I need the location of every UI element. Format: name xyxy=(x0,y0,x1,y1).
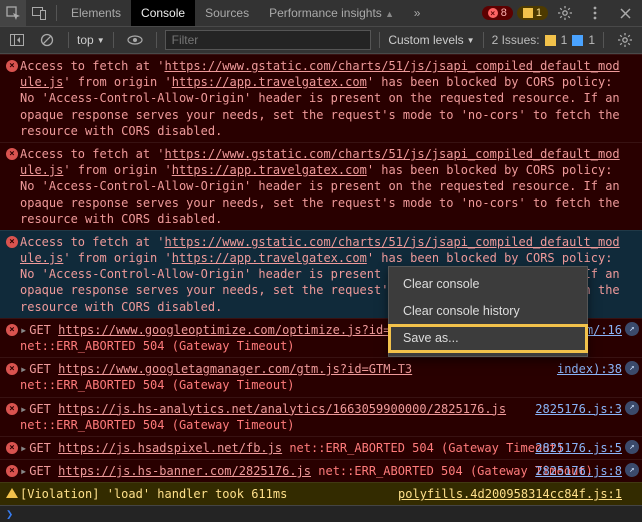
issue-blue-icon xyxy=(572,35,583,46)
tab-console[interactable]: Console xyxy=(131,0,195,26)
log-message: ▸GET https://www.googletagmanager.com/gt… xyxy=(20,361,622,393)
separator xyxy=(156,32,157,48)
source-link[interactable]: 2825176.js:3 xyxy=(535,401,622,417)
clear-console-icon[interactable] xyxy=(34,27,60,53)
tab-label: Performance insights xyxy=(269,6,382,20)
separator xyxy=(113,32,114,48)
context-selector[interactable]: top ▼ xyxy=(77,33,105,47)
kebab-menu-icon[interactable] xyxy=(582,0,608,26)
issues-label: 2 Issues: xyxy=(492,33,540,47)
separator xyxy=(603,32,604,48)
console-settings-gear-icon[interactable] xyxy=(612,27,638,53)
menu-save-as[interactable]: Save as... xyxy=(389,325,587,352)
sidebar-toggle-icon[interactable] xyxy=(4,27,30,53)
filter-input[interactable] xyxy=(165,30,372,50)
log-row-net[interactable]: × ▸GET https://js.hs-banner.com/2825176.… xyxy=(0,459,642,482)
error-count-badge[interactable]: ×8 xyxy=(482,6,513,20)
log-levels-selector[interactable]: Custom levels ▼ xyxy=(388,33,474,47)
menu-clear-history[interactable]: Clear console history xyxy=(389,298,587,325)
log-row-net[interactable]: × ▸GET https://www.googletagmanager.com/… xyxy=(0,357,642,396)
error-icon: × xyxy=(6,465,18,477)
warning-count-badge[interactable]: 1 xyxy=(517,6,548,20)
context-label: top xyxy=(77,33,94,47)
source-link[interactable]: 2825176.js:8 xyxy=(535,463,622,479)
expand-arrow-icon[interactable]: ▸ xyxy=(20,362,27,376)
log-message: ▸GET https://js.hsadspixel.net/fb.js net… xyxy=(20,440,622,456)
source-link[interactable]: index):38 xyxy=(557,361,622,377)
log-message: Access to fetch at 'https://www.gstatic.… xyxy=(20,58,622,139)
open-resource-icon[interactable]: ↗ xyxy=(625,322,639,336)
inspect-icon[interactable] xyxy=(0,0,26,26)
warning-square-icon xyxy=(523,8,533,18)
close-icon[interactable] xyxy=(612,0,638,26)
log-row-cors[interactable]: × Access to fetch at 'https://www.gstati… xyxy=(0,142,642,230)
more-tabs-icon[interactable]: » xyxy=(404,0,430,26)
log-row-net[interactable]: × ▸GET https://js.hsadspixel.net/fb.js n… xyxy=(0,436,642,459)
expand-arrow-icon[interactable]: ▸ xyxy=(20,441,27,455)
expand-arrow-icon[interactable]: ▸ xyxy=(20,402,27,416)
error-icon: × xyxy=(6,148,18,160)
log-message: ▸GET https://js.hs-analytics.net/analyti… xyxy=(20,401,622,433)
log-row-violation[interactable]: [Violation] 'load' handler took 611ms po… xyxy=(0,482,642,505)
device-toggle-icon[interactable] xyxy=(26,0,52,26)
warning-icon xyxy=(6,488,18,498)
error-icon: × xyxy=(6,236,18,248)
separator xyxy=(483,32,484,48)
issue-blue-count: 1 xyxy=(588,33,595,47)
error-icon: × xyxy=(6,324,18,336)
log-row-cors[interactable]: × Access to fetch at 'https://www.gstati… xyxy=(0,54,642,142)
tab-sources[interactable]: Sources xyxy=(195,0,259,26)
error-dot-icon: × xyxy=(488,8,498,18)
console-prompt[interactable]: ❯ xyxy=(0,505,642,522)
separator xyxy=(56,5,57,21)
log-row-net[interactable]: × ▸GET https://js.hs-analytics.net/analy… xyxy=(0,397,642,436)
open-resource-icon[interactable]: ↗ xyxy=(625,440,639,454)
open-resource-icon[interactable]: ↗ xyxy=(625,463,639,477)
source-link[interactable]: 2825176.js:5 xyxy=(535,440,622,456)
console-toolbar: top ▼ Custom levels ▼ 2 Issues: 1 1 xyxy=(0,27,642,54)
separator xyxy=(68,32,69,48)
tab-performance-insights[interactable]: Performance insights ▲ xyxy=(259,0,404,26)
issue-yellow-count: 1 xyxy=(561,33,568,47)
expand-arrow-icon[interactable]: ▸ xyxy=(20,323,27,337)
menu-clear-console[interactable]: Clear console xyxy=(389,271,587,298)
context-menu: Clear console Clear console history Save… xyxy=(388,266,588,357)
source-link[interactable]: polyfills.4d200958314cc84f.js:1 xyxy=(398,486,622,502)
levels-label: Custom levels xyxy=(388,33,463,47)
gear-icon[interactable] xyxy=(552,0,578,26)
log-message: Access to fetch at 'https://www.gstatic.… xyxy=(20,146,622,227)
error-icon: × xyxy=(6,363,18,375)
open-resource-icon[interactable]: ↗ xyxy=(625,361,639,375)
console-log-area: × Access to fetch at 'https://www.gstati… xyxy=(0,54,642,505)
issues-indicator[interactable]: 2 Issues: 1 1 xyxy=(492,33,595,47)
expand-arrow-icon[interactable]: ▸ xyxy=(20,464,27,478)
separator xyxy=(379,32,380,48)
open-resource-icon[interactable]: ↗ xyxy=(625,401,639,415)
issue-yellow-icon xyxy=(545,35,556,46)
filter-wrap xyxy=(165,30,372,50)
devtools-tab-bar: Elements Console Sources Performance ins… xyxy=(0,0,642,27)
error-count: 8 xyxy=(501,7,507,19)
error-icon: × xyxy=(6,403,18,415)
log-message: ▸GET https://js.hs-banner.com/2825176.js… xyxy=(20,463,622,479)
error-icon: × xyxy=(6,442,18,454)
error-icon: × xyxy=(6,60,18,72)
warning-count: 1 xyxy=(536,7,542,19)
top-right-controls: ×8 1 xyxy=(482,0,642,26)
tab-elements[interactable]: Elements xyxy=(61,0,131,26)
live-expression-icon[interactable] xyxy=(122,27,148,53)
